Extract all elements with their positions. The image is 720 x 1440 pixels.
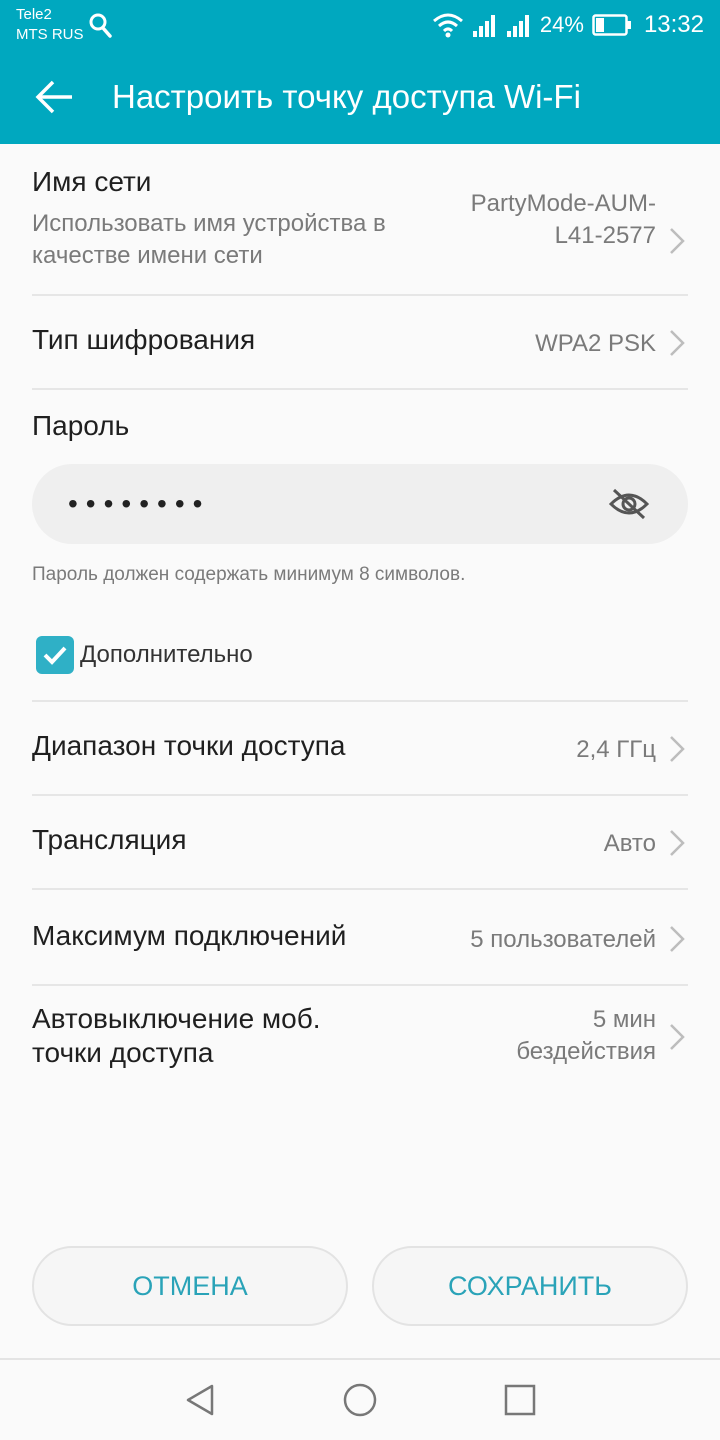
password-label-row: Пароль bbox=[32, 410, 688, 450]
broadcast-row[interactable]: Трансляция Авто bbox=[32, 824, 688, 864]
save-button[interactable]: СОХРАНИТЬ bbox=[372, 1246, 688, 1326]
carrier-name-primary: Tele2 bbox=[16, 6, 52, 23]
chevron-right-icon bbox=[670, 228, 685, 254]
divider bbox=[32, 388, 688, 390]
network-name-value: PartyMode-AUM- L41-2577 bbox=[471, 188, 656, 252]
password-input[interactable]: •••••••• bbox=[32, 464, 688, 544]
nav-recents-icon[interactable] bbox=[502, 1382, 538, 1418]
carrier-name-secondary: MTS RUS bbox=[16, 26, 84, 43]
chevron-right-icon bbox=[670, 830, 685, 856]
advanced-label: Дополнительно bbox=[80, 641, 253, 668]
band-row[interactable]: Диапазон точки доступа 2,4 ГГц bbox=[32, 730, 688, 770]
signal-icon-sim1 bbox=[472, 15, 495, 37]
chevron-right-icon bbox=[670, 330, 685, 356]
auto-off-value: 5 мин бездействия bbox=[516, 1004, 656, 1068]
status-bar: Tele2 MTS RUS 24% 13:32 bbox=[0, 0, 720, 50]
encryption-type-row[interactable]: Тип шифрования WPA2 PSK bbox=[32, 324, 688, 364]
nav-home-icon[interactable] bbox=[342, 1382, 378, 1418]
app-bar: Настроить точку доступа Wi-Fi bbox=[0, 50, 720, 144]
advanced-checkbox[interactable] bbox=[36, 636, 74, 674]
signal-icon-sim2 bbox=[506, 15, 529, 37]
checkmark-icon bbox=[43, 646, 67, 665]
carrier-info: Tele2 MTS RUS bbox=[16, 5, 84, 45]
wifi-icon bbox=[432, 13, 463, 38]
search-icon bbox=[89, 13, 112, 38]
advanced-checkbox-row[interactable]: Дополнительно bbox=[36, 636, 253, 674]
chevron-right-icon bbox=[670, 926, 685, 952]
divider bbox=[32, 294, 688, 296]
max-connections-row[interactable]: Максимум подключений 5 пользователей bbox=[32, 920, 688, 960]
password-title: Пароль bbox=[32, 410, 130, 441]
clock: 13:32 bbox=[643, 11, 704, 38]
divider bbox=[32, 984, 688, 986]
navigation-bar bbox=[0, 1358, 720, 1440]
broadcast-title: Трансляция bbox=[32, 824, 187, 855]
auto-off-value-line1: 5 мин bbox=[592, 1006, 656, 1033]
network-name-value-line1: PartyMode-AUM- bbox=[470, 190, 656, 217]
password-masked-value: •••••••• bbox=[68, 488, 211, 519]
auto-off-value-line2: бездействия bbox=[516, 1038, 656, 1065]
network-name-value-line2: L41-2577 bbox=[554, 222, 656, 249]
divider bbox=[32, 700, 688, 702]
chevron-right-icon bbox=[670, 1024, 685, 1050]
chevron-right-icon bbox=[670, 736, 685, 762]
network-name-subtitle: Использовать имя устройства в качестве и… bbox=[32, 210, 386, 269]
page-title: Настроить точку доступа Wi-Fi bbox=[112, 78, 581, 115]
max-connections-value: 5 пользователей bbox=[470, 926, 656, 953]
back-arrow-icon[interactable] bbox=[34, 77, 74, 117]
cancel-button[interactable]: ОТМЕНА bbox=[32, 1246, 348, 1326]
battery-icon bbox=[592, 14, 631, 36]
divider bbox=[32, 794, 688, 796]
eye-off-icon[interactable] bbox=[608, 486, 650, 522]
auto-off-row[interactable]: Автовыключение моб. точки доступа 5 мин … bbox=[32, 1002, 688, 1082]
encryption-type-value: WPA2 PSK bbox=[535, 330, 656, 357]
divider bbox=[32, 888, 688, 890]
battery-percent: 24% bbox=[539, 12, 584, 37]
band-value: 2,4 ГГц bbox=[576, 736, 656, 763]
network-name-row[interactable]: Имя сети Использовать имя устройства в к… bbox=[32, 166, 688, 276]
broadcast-value: Авто bbox=[603, 830, 656, 857]
password-hint: Пароль должен содержать минимум 8 символ… bbox=[32, 564, 466, 585]
nav-back-icon[interactable] bbox=[182, 1382, 218, 1418]
